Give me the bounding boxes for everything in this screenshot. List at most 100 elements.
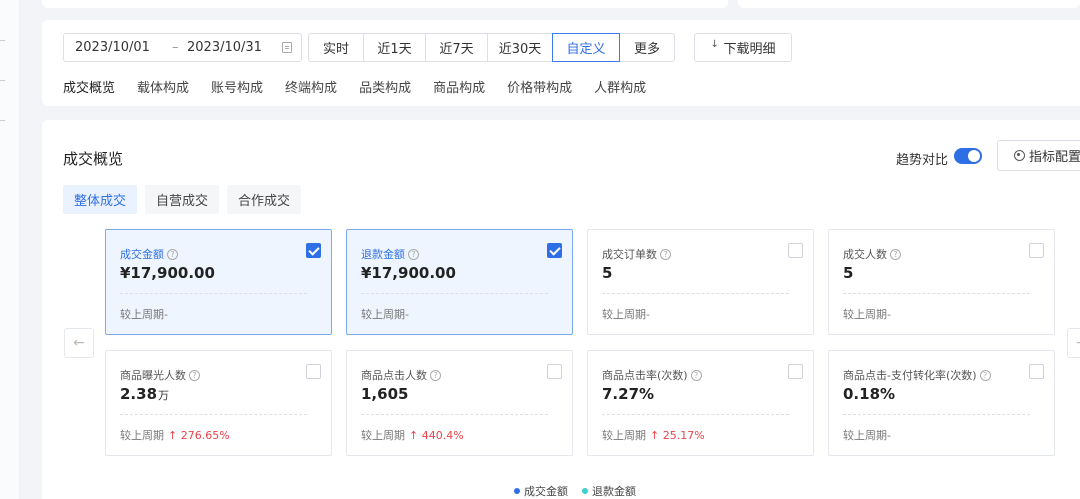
left-rail [0, 0, 20, 499]
top-strip [42, 0, 1080, 8]
legend-label: 成交金额 [524, 485, 568, 498]
metric-value: ¥17,900.00 [361, 264, 456, 282]
rail-mark [0, 120, 5, 121]
metric-compare: 较上周期- [843, 308, 891, 321]
download-label: 下载明细 [723, 42, 776, 57]
divider [120, 293, 307, 294]
metric-checkbox[interactable] [1029, 243, 1044, 258]
metric-value: 7.27% [602, 385, 655, 403]
metric-card[interactable]: 商品点击-支付转化率(次数)? 0.18% 较上周期- [828, 350, 1055, 456]
help-icon[interactable]: ? [979, 369, 991, 381]
divider [361, 414, 548, 415]
period-realtime-button[interactable]: 实时 [308, 33, 364, 62]
section-title: 成交概览 [63, 150, 124, 168]
metric-checkbox[interactable] [788, 243, 803, 258]
period-selector: 实时 近1天 近7天 近30天 自定义 更多 [308, 33, 675, 62]
metric-card[interactable]: 退款金额? ¥17,900.00 较上周期- [346, 229, 573, 335]
metric-label: 商品点击-支付转化率(次数)? [843, 367, 991, 383]
segment-self-operated[interactable]: 自营成交 [145, 185, 220, 214]
divider [843, 414, 1030, 415]
metric-card[interactable]: 商品点击率(次数)? 7.27% 较上周期 ↑ 25.17% [587, 350, 814, 456]
metric-card[interactable]: 成交金额? ¥17,900.00 较上周期- [105, 229, 332, 335]
metric-card[interactable]: 成交订单数? 5 较上周期- [587, 229, 814, 335]
legend-dot-icon [514, 488, 520, 494]
help-icon[interactable]: ? [408, 248, 419, 260]
rail-mark [0, 40, 5, 41]
prev-arrow-button[interactable]: ← [64, 328, 94, 358]
divider [361, 293, 548, 294]
gear-icon [1014, 150, 1025, 161]
metric-label: 成交人数? [843, 246, 901, 262]
legend-dot-icon [582, 488, 588, 494]
metric-value: 5 [602, 264, 613, 282]
metric-value: 1,605 [361, 385, 409, 403]
metric-value: ¥17,900.00 [120, 264, 215, 282]
metric-config-button[interactable]: 指标配置 [997, 140, 1080, 171]
metric-value: 2.38万 [120, 385, 170, 403]
metric-checkbox[interactable] [547, 364, 562, 379]
filter-card: 2023/10/01 – 2023/10/31 实时 近1天 近7天 近30天 … [42, 20, 1080, 106]
help-icon[interactable]: ? [690, 369, 702, 381]
tab-price-band[interactable]: 价格带构成 [507, 77, 572, 96]
metric-compare: 较上周期 ↑ 440.4% [361, 429, 464, 442]
help-icon[interactable]: ? [167, 248, 178, 260]
metric-compare: 较上周期- [120, 308, 168, 321]
help-icon[interactable]: ? [890, 248, 901, 260]
download-details-button[interactable]: 下载明细 [694, 33, 792, 62]
tab-category[interactable]: 品类构成 [359, 77, 411, 96]
period-custom-button[interactable]: 自定义 [552, 33, 620, 62]
metric-label: 成交金额? [120, 246, 178, 262]
calendar-icon[interactable] [282, 42, 292, 53]
date-start[interactable]: 2023/10/01 [75, 40, 150, 55]
period-more-button[interactable]: 更多 [619, 33, 675, 62]
divider [602, 293, 789, 294]
top-panel-left [42, 0, 728, 8]
divider [602, 414, 789, 415]
tab-product[interactable]: 商品构成 [433, 77, 485, 96]
trend-compare-toggle[interactable] [954, 148, 982, 164]
metric-checkbox[interactable] [306, 243, 321, 258]
metric-compare: 较上周期- [602, 308, 650, 321]
help-icon[interactable]: ? [189, 369, 200, 381]
metric-card[interactable]: 商品曝光人数? 2.38万 较上周期 ↑ 276.65% [105, 350, 332, 456]
next-arrow-button[interactable]: → [1067, 328, 1080, 358]
help-icon[interactable]: ? [660, 248, 671, 260]
period-1d-button[interactable]: 近1天 [363, 33, 426, 62]
tab-overview[interactable]: 成交概览 [63, 77, 115, 96]
date-end[interactable]: 2023/10/31 [187, 40, 262, 55]
metric-value: 0.18% [843, 385, 896, 403]
period-30d-button[interactable]: 近30天 [487, 33, 553, 62]
rail-mark [0, 80, 5, 81]
metric-card[interactable]: 成交人数? 5 较上周期- [828, 229, 1055, 335]
top-panel-right [738, 0, 1080, 8]
segment-partner[interactable]: 合作成交 [227, 185, 302, 214]
metric-label: 商品曝光人数? [120, 367, 200, 383]
metric-label: 商品点击人数? [361, 367, 441, 383]
legend-item[interactable]: 成交金额 [514, 483, 568, 499]
segment-tabs: 整体成交 自营成交 合作成交 [63, 185, 302, 214]
metric-card[interactable]: 商品点击人数? 1,605 较上周期 ↑ 440.4% [346, 350, 573, 456]
date-range-picker[interactable]: 2023/10/01 – 2023/10/31 [63, 33, 302, 62]
metric-checkbox[interactable] [547, 243, 562, 258]
download-icon [710, 39, 719, 53]
help-icon[interactable]: ? [430, 369, 441, 381]
metric-checkbox[interactable] [1029, 364, 1044, 379]
metric-checkbox[interactable] [306, 364, 321, 379]
trend-compare-label: 趋势对比 [896, 153, 949, 168]
divider [120, 414, 307, 415]
metric-label: 商品点击率(次数)? [602, 367, 702, 383]
sub-tabs: 成交概览 载体构成 账号构成 终端构成 品类构成 商品构成 价格带构成 人群构成 [63, 77, 668, 96]
metric-config-label: 指标配置 [1029, 150, 1080, 165]
overview-card: 成交概览 趋势对比 指标配置 整体成交 自营成交 合作成交 ← → 成交金额? … [42, 120, 1080, 499]
tab-account[interactable]: 账号构成 [211, 77, 263, 96]
period-7d-button[interactable]: 近7天 [425, 33, 488, 62]
tab-carrier[interactable]: 载体构成 [137, 77, 189, 96]
segment-all[interactable]: 整体成交 [63, 185, 138, 214]
metric-value: 5 [843, 264, 854, 282]
metric-checkbox[interactable] [788, 364, 803, 379]
divider [843, 293, 1030, 294]
tab-audience[interactable]: 人群构成 [594, 77, 646, 96]
metric-compare: 较上周期 ↑ 276.65% [120, 429, 230, 442]
tab-terminal[interactable]: 终端构成 [285, 77, 337, 96]
legend-item[interactable]: 退款金额 [582, 483, 636, 499]
